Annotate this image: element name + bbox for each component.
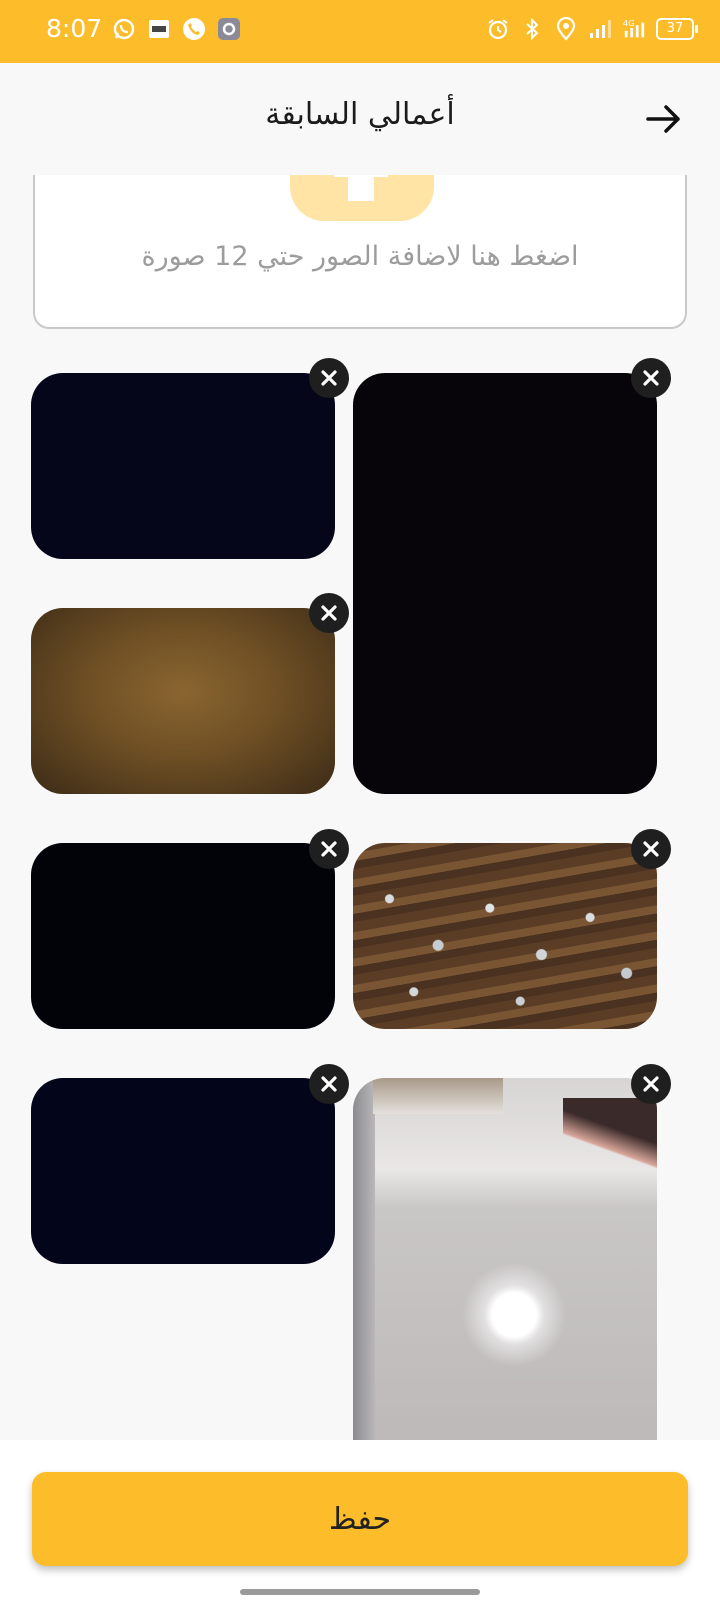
remove-photo-button[interactable] bbox=[631, 829, 671, 869]
photos-content[interactable]: اضغط هنا لاضافة الصور حتي 12 صورة bbox=[0, 175, 720, 1440]
settings-icon bbox=[218, 18, 240, 40]
close-icon bbox=[643, 1076, 659, 1092]
remove-photo-button[interactable] bbox=[309, 593, 349, 633]
alarm-icon bbox=[488, 19, 508, 40]
page-title: أعمالي السابقة bbox=[265, 97, 455, 132]
upload-photos-card[interactable]: اضغط هنا لاضافة الصور حتي 12 صورة bbox=[33, 175, 687, 329]
close-icon bbox=[321, 370, 337, 386]
app-bar: أعمالي السابقة bbox=[0, 63, 720, 175]
gallery-icon bbox=[149, 20, 169, 38]
close-icon bbox=[643, 370, 659, 386]
close-icon bbox=[321, 841, 337, 857]
remove-photo-button[interactable] bbox=[309, 829, 349, 869]
bluetooth-icon bbox=[526, 17, 539, 41]
status-right-icons: 4G 37 bbox=[486, 17, 698, 41]
remove-photo-button[interactable] bbox=[631, 358, 671, 398]
arrow-right-icon[interactable] bbox=[644, 99, 684, 139]
photo-texture[interactable] bbox=[353, 843, 657, 1029]
home-indicator[interactable] bbox=[240, 1589, 480, 1595]
battery-icon: 37 bbox=[656, 18, 698, 40]
add-photo-icon bbox=[290, 175, 434, 221]
photo-dark-1[interactable] bbox=[31, 373, 335, 559]
photo-dark-2[interactable] bbox=[31, 843, 335, 1029]
phone-icon bbox=[183, 18, 205, 40]
status-left-icons bbox=[112, 17, 241, 41]
whatsapp-icon bbox=[113, 18, 135, 40]
svg-text:4G: 4G bbox=[623, 18, 635, 28]
signal-icon bbox=[590, 20, 611, 38]
photo-tall-dark[interactable] bbox=[353, 373, 657, 794]
save-button[interactable]: حفظ bbox=[32, 1472, 688, 1566]
photo-room[interactable] bbox=[353, 1078, 657, 1440]
close-icon bbox=[643, 841, 659, 857]
status-bar: 8:07 4G 37 bbox=[0, 0, 720, 63]
photo-brown[interactable] bbox=[31, 608, 335, 794]
location-icon bbox=[556, 17, 576, 41]
network-4g-icon: 4G bbox=[623, 18, 645, 38]
close-icon bbox=[321, 605, 337, 621]
remove-photo-button[interactable] bbox=[309, 358, 349, 398]
photo-dark-3[interactable] bbox=[31, 1078, 335, 1264]
remove-photo-button[interactable] bbox=[631, 1064, 671, 1104]
upload-hint: اضغط هنا لاضافة الصور حتي 12 صورة bbox=[141, 241, 579, 272]
bottom-bar: حفظ bbox=[0, 1440, 720, 1600]
remove-photo-button[interactable] bbox=[309, 1064, 349, 1104]
close-icon bbox=[321, 1076, 337, 1092]
status-time: 8:07 bbox=[46, 14, 103, 43]
